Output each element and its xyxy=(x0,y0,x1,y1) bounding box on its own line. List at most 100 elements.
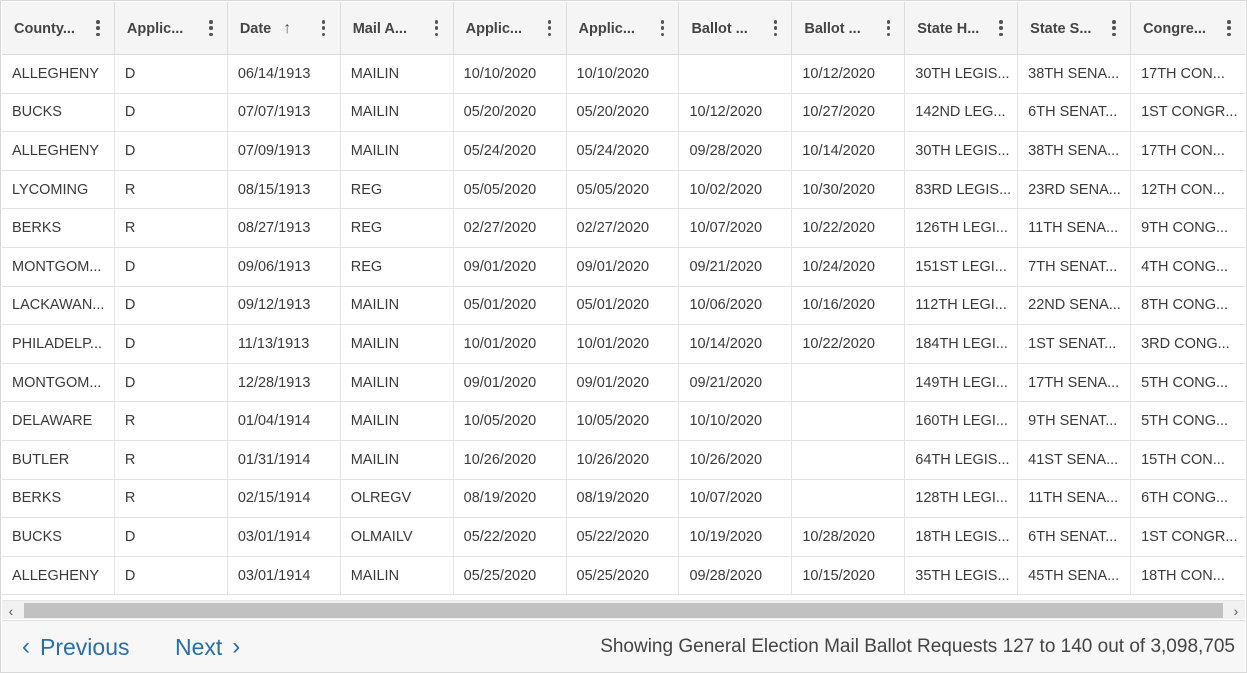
table-row[interactable]: BERKS R 08/27/1913 REG 02/27/2020 02/27/2020 1… xyxy=(2,209,1245,248)
table-cell: 7TH SENAT... xyxy=(1018,247,1132,286)
table-cell: 11TH SENA... xyxy=(1018,209,1132,247)
cell-value: 10/12/2020 xyxy=(689,104,763,121)
cell-value: D xyxy=(124,335,136,352)
table-row[interactable]: MONTGOM... D 12/28/1913 MAILIN 09/01/2020 09/… xyxy=(2,363,1245,403)
table-cell: BERKS xyxy=(2,479,115,518)
column-header[interactable]: Applic... xyxy=(567,2,680,55)
table-cell: 09/01/2020 xyxy=(567,247,680,286)
column-header[interactable]: Ballot ... xyxy=(792,2,906,55)
column-header[interactable]: County... xyxy=(2,2,115,55)
scroll-right-icon[interactable]: › xyxy=(1227,601,1245,620)
sort-ascending-icon[interactable]: ↑ xyxy=(283,20,291,38)
cell-value: 10/28/2020 xyxy=(802,528,875,545)
table-cell: 03/01/1914 xyxy=(228,556,341,595)
table-cell: 184TH LEGI... xyxy=(905,325,1019,363)
table-cell xyxy=(792,402,906,440)
table-cell: 05/25/2020 xyxy=(567,556,680,595)
cell-value: 17TH CON... xyxy=(1141,142,1225,159)
cell-value: 09/01/2020 xyxy=(576,258,650,275)
column-header-label: Ballot ... xyxy=(804,20,861,37)
scrollbar-thumb[interactable] xyxy=(24,603,1223,618)
cell-value: 3RD CONG... xyxy=(1141,335,1230,352)
column-header-label: State S... xyxy=(1030,20,1092,37)
table-row[interactable]: ALLEGHENY D 07/09/1913 MAILIN 05/24/2020 05/2… xyxy=(2,132,1245,171)
table-row[interactable]: BUCKS D 07/07/1913 MAILIN 05/20/2020 05/20/20… xyxy=(2,93,1245,133)
cell-value: 05/05/2020 xyxy=(576,181,650,198)
column-header[interactable]: Ballot ... xyxy=(679,2,793,55)
table-cell: D xyxy=(115,55,228,93)
column-header[interactable]: State H... xyxy=(905,2,1019,55)
table-cell: 10/05/2020 xyxy=(567,402,680,440)
cell-value: LYCOMING xyxy=(12,181,89,198)
cell-value: 01/04/1914 xyxy=(237,413,311,430)
column-menu-icon[interactable] xyxy=(999,20,1003,36)
table-row[interactable]: MONTGOM... D 09/06/1913 REG 09/01/2020 09/01/… xyxy=(2,247,1245,287)
column-menu-icon[interactable] xyxy=(96,20,100,36)
table-cell: 30TH LEGIS... xyxy=(905,132,1019,170)
table-row[interactable]: BUTLER R 01/31/1914 MAILIN 10/26/2020 10/26/2… xyxy=(2,440,1245,480)
table-cell: 18TH CON... xyxy=(1131,557,1245,595)
cell-value: 10/01/2020 xyxy=(576,335,650,352)
table-cell: PHILADELP... xyxy=(2,325,115,363)
scroll-left-icon[interactable]: ‹ xyxy=(2,601,20,620)
table-cell: 10/12/2020 xyxy=(679,93,793,132)
table-cell: 05/22/2020 xyxy=(567,518,680,556)
column-menu-icon[interactable] xyxy=(886,20,890,36)
column-header[interactable]: Congre... xyxy=(1131,2,1245,55)
cell-value: 38TH SENA... xyxy=(1028,65,1120,82)
table-row[interactable]: DELAWARE R 01/04/1914 MAILIN 10/05/2020 10/05… xyxy=(2,402,1245,441)
cell-value: 12/28/1913 xyxy=(237,374,311,391)
column-menu-icon[interactable] xyxy=(1112,20,1116,36)
column-menu-icon[interactable] xyxy=(209,20,213,36)
cell-value: 05/05/2020 xyxy=(463,181,537,198)
column-menu-icon[interactable] xyxy=(1227,20,1231,36)
table-cell: 05/05/2020 xyxy=(567,170,680,209)
table-cell: REG xyxy=(341,247,454,286)
column-header[interactable]: Applic... xyxy=(115,2,228,55)
cell-value: 10/05/2020 xyxy=(576,413,650,430)
column-header[interactable]: Mail A... xyxy=(341,2,454,55)
table-row[interactable]: BERKS R 02/15/1914 OLREGV 08/19/2020 08/19/20… xyxy=(2,479,1245,519)
horizontal-scrollbar[interactable]: ‹ › xyxy=(2,600,1245,619)
cell-value: 6TH SENAT... xyxy=(1028,104,1118,121)
table-cell: 09/01/2020 xyxy=(454,247,567,286)
next-label: Next xyxy=(175,633,223,660)
column-menu-icon[interactable] xyxy=(434,20,439,36)
table-cell: R xyxy=(115,209,228,247)
table-row[interactable]: BUCKS D 03/01/1914 OLMAILV 05/22/2020 05/22/2… xyxy=(2,518,1245,557)
cell-value: 05/22/2020 xyxy=(463,528,537,545)
table-cell: MAILIN xyxy=(341,556,454,595)
column-menu-icon[interactable] xyxy=(547,20,552,36)
column-header[interactable]: State S... xyxy=(1018,2,1132,55)
table-cell: 38TH SENA... xyxy=(1018,132,1132,170)
table-cell: 38TH SENA... xyxy=(1018,55,1132,93)
cell-value: 05/24/2020 xyxy=(463,142,537,159)
table-row[interactable]: LYCOMING R 08/15/1913 REG 05/05/2020 05/05/20… xyxy=(2,170,1245,210)
table-cell: 09/01/2020 xyxy=(454,363,567,402)
table-row[interactable]: PHILADELP... D 11/13/1913 MAILIN 10/01/2020 1… xyxy=(2,325,1245,364)
column-menu-icon[interactable] xyxy=(321,20,326,36)
cell-value: 10/15/2020 xyxy=(802,567,875,584)
table-cell: 11TH SENA... xyxy=(1018,479,1132,518)
cell-value: REG xyxy=(350,220,383,237)
table-row[interactable]: ALLEGHENY D 06/14/1913 MAILIN 10/10/2020 10/1… xyxy=(2,55,1245,94)
cell-value: 160TH LEGI... xyxy=(915,413,1008,430)
cell-value: 30TH LEGIS... xyxy=(915,142,1010,159)
table-row[interactable]: LACKAWAN... D 09/12/1913 MAILIN 05/01/2020 05… xyxy=(2,286,1245,326)
next-button[interactable]: Next › xyxy=(175,631,240,663)
column-header[interactable]: Applic... xyxy=(454,2,567,55)
cell-value: 10/22/2020 xyxy=(802,335,875,352)
table-row[interactable]: ALLEGHENY D 03/01/1914 MAILIN 05/25/2020 05/2… xyxy=(2,556,1245,596)
column-menu-icon[interactable] xyxy=(773,20,778,36)
table-cell: 10/01/2020 xyxy=(454,325,567,363)
cell-value: 35TH LEGIS... xyxy=(915,567,1010,584)
previous-button[interactable]: ‹ Previous xyxy=(22,631,129,663)
column-header[interactable]: Date ↑ xyxy=(228,2,341,55)
table-cell: 22ND SENA... xyxy=(1018,286,1132,325)
cell-value: 10/05/2020 xyxy=(463,413,537,430)
cell-value: 08/27/1913 xyxy=(237,220,311,237)
table-cell: 01/04/1914 xyxy=(228,402,341,440)
table-cell: MAILIN xyxy=(341,325,454,363)
column-menu-icon[interactable] xyxy=(660,20,665,36)
previous-label: Previous xyxy=(40,633,130,660)
